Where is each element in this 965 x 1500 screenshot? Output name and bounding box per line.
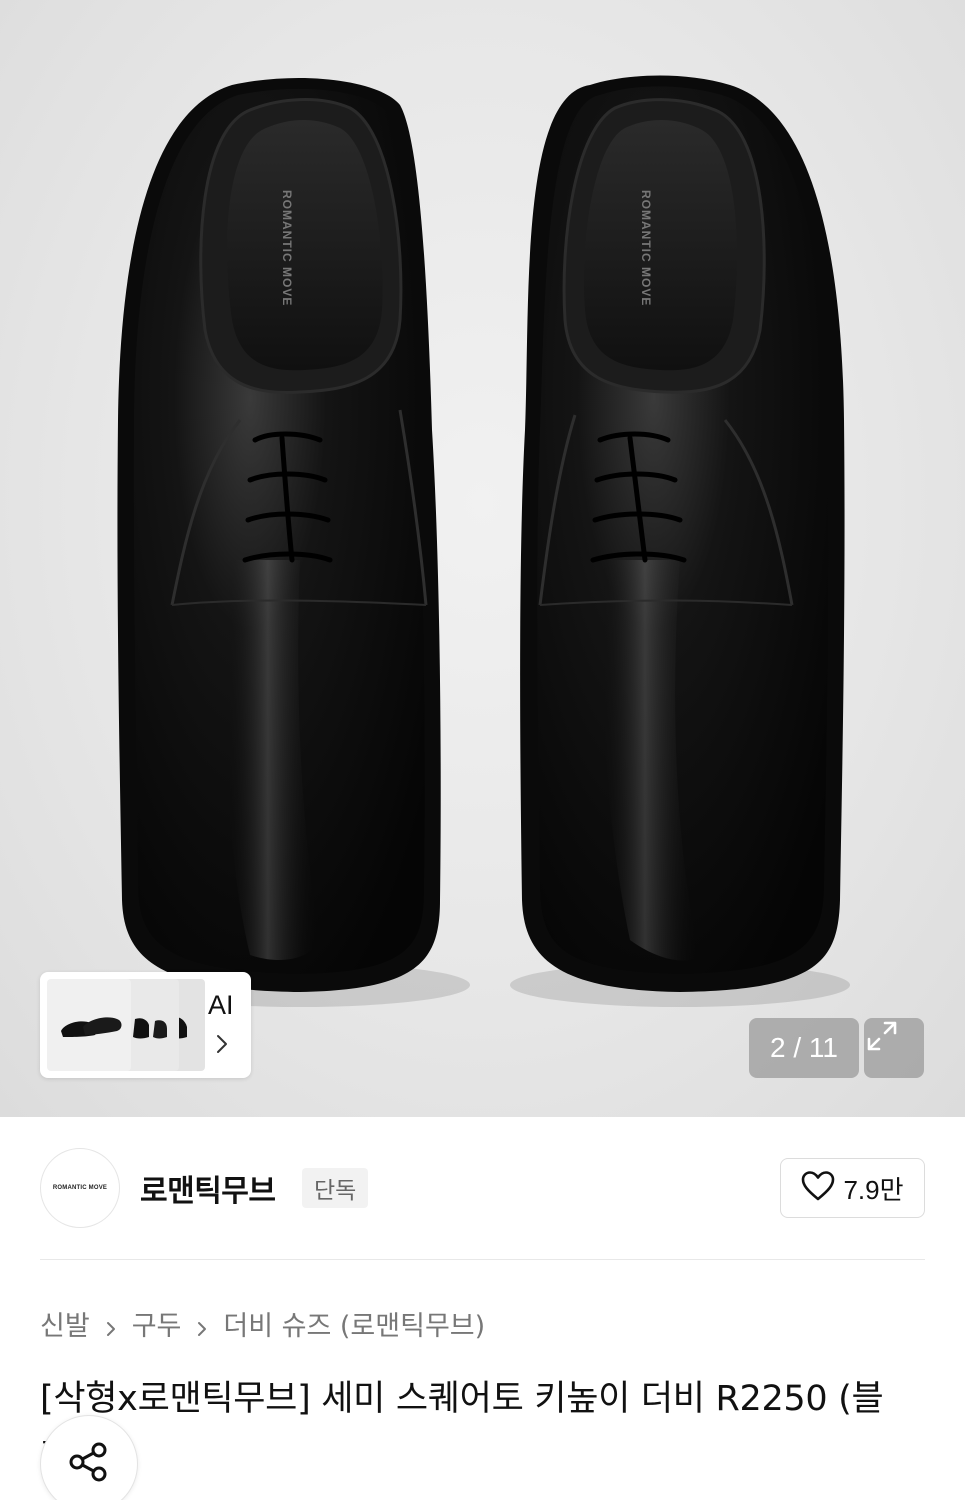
brand-logo[interactable]: ROMANTIC MOVE bbox=[40, 1148, 120, 1228]
chevron-right-icon bbox=[210, 1032, 234, 1056]
thumbnail-pair bbox=[47, 979, 131, 1071]
exclusive-badge: 단독 bbox=[302, 1168, 369, 1208]
share-icon bbox=[65, 1438, 113, 1490]
expand-button[interactable] bbox=[864, 1018, 924, 1078]
brand-like-button[interactable]: 7.9만 bbox=[780, 1158, 925, 1218]
product-photo: ROMANTIC MOVE ROMANTIC MOVE bbox=[117, 75, 850, 1007]
insole-brand-text: ROMANTIC MOVE bbox=[639, 190, 653, 306]
brand-row: ROMANTIC MOVE 로맨틱무브 단독 7.9만 bbox=[40, 1148, 925, 1228]
thumbnail-stack bbox=[47, 979, 207, 1071]
breadcrumb: 신발 구두 더비 슈즈 (로맨틱무브) bbox=[40, 1303, 485, 1343]
product-title: [삭형x로맨틱무브] 세미 스퀘어토 키높이 더비 R2250 (블랙) bbox=[40, 1379, 884, 1477]
ai-similar-items-card[interactable]: AI bbox=[40, 972, 251, 1078]
right-shoe: ROMANTIC MOVE bbox=[520, 75, 845, 993]
like-count: 7.9만 bbox=[843, 1174, 904, 1205]
image-counter: 2 / 11 bbox=[749, 1018, 859, 1078]
chevron-right-icon bbox=[102, 1314, 120, 1336]
breadcrumb-item-derby[interactable]: 더비 슈즈 (로맨틱무브) bbox=[223, 1304, 485, 1343]
product-image-gallery[interactable]: ROMANTIC MOVE ROMANTIC MOVE AI 2 / 11 bbox=[0, 0, 965, 1117]
breadcrumb-item-dress-shoes[interactable]: 구두 bbox=[132, 1304, 182, 1343]
heart-icon bbox=[801, 1170, 835, 1206]
divider bbox=[40, 1259, 925, 1260]
chevron-right-icon bbox=[193, 1314, 211, 1336]
left-shoe: ROMANTIC MOVE bbox=[117, 77, 441, 993]
insole-brand-text: ROMANTIC MOVE bbox=[280, 190, 294, 306]
brand-logo-text: ROMANTIC MOVE bbox=[52, 1185, 108, 1191]
breadcrumb-item-shoes[interactable]: 신발 bbox=[40, 1304, 90, 1343]
brand-name-link[interactable]: 로맨틱무브 bbox=[140, 1166, 276, 1210]
ai-label: AI bbox=[208, 990, 234, 1020]
